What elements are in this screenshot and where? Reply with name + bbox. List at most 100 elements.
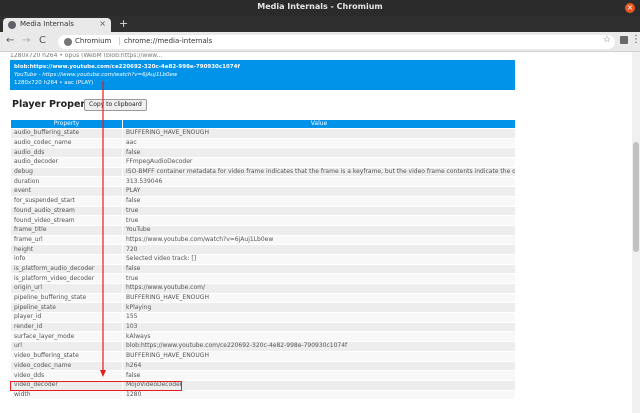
property-name-cell: info — [10, 253, 123, 265]
page-content: 1280x720 h264 • opus (WebM (blob:https:/… — [0, 52, 632, 413]
property-value-cell: BUFFERING_HAVE_ENOUGH — [122, 350, 516, 362]
address-scheme-label: Chromium — [75, 37, 112, 45]
property-name-cell: height — [10, 244, 123, 255]
property-value-cell: PLAY — [122, 186, 516, 197]
property-value-cell: 313.539046 — [122, 176, 516, 188]
window-title-bar: Media Internals - Chromium × — [0, 0, 640, 16]
column-header-property: Property — [10, 119, 123, 129]
property-value-cell: false — [122, 147, 516, 159]
property-name-cell: audio_decoder — [10, 157, 123, 168]
table-row: width 1280 — [10, 389, 516, 401]
tab-strip: Media Internals × + — [0, 16, 640, 32]
property-value-cell: false — [122, 263, 516, 275]
back-arrow-icon[interactable]: ← — [6, 35, 14, 46]
table-row: surface_layer_mode kAlways — [10, 331, 516, 343]
new-tab-button[interactable]: + — [119, 17, 128, 30]
table-row: found_audio_stream true — [10, 205, 516, 217]
property-name-cell: audio_codec_name — [10, 137, 123, 149]
player-media-info: 1280x720 h264 • aac (PLAY) — [14, 80, 94, 86]
property-name-cell: event — [10, 186, 123, 197]
tab-close-icon[interactable]: × — [99, 19, 106, 28]
bookmark-star-icon[interactable]: ☆ — [603, 35, 611, 45]
browser-menu-icon[interactable]: ⋮ — [631, 34, 640, 45]
property-value-cell: true — [122, 273, 516, 284]
browser-toolbar: ← → C Chromium | chrome://media-internal… — [0, 32, 640, 52]
player-properties-table: Property Value audio_buffering_state BUFF… — [10, 119, 516, 401]
player-blob-url: blob:https://www.youtube.com/ce220692-32… — [14, 64, 240, 70]
page-scrollbar[interactable] — [632, 52, 640, 413]
table-row: for_suspended_start false — [10, 195, 516, 207]
property-name-cell: url — [10, 341, 123, 352]
table-row: event PLAY — [10, 186, 516, 197]
tab-title: Media Internals — [20, 20, 74, 28]
property-name-cell: pipeline_buffering_state — [10, 292, 123, 304]
property-name-cell: debug — [10, 166, 123, 178]
property-name-cell: frame_url — [10, 234, 123, 246]
property-name-cell: surface_layer_mode — [10, 331, 123, 343]
property-name-cell: for_suspended_start — [10, 195, 123, 207]
property-name-cell: is_platform_video_decoder — [10, 273, 123, 284]
property-value-cell: FFmpegAudioDecoder — [122, 157, 516, 168]
property-name-cell: video_codec_name — [10, 360, 123, 372]
table-row: audio_buffering_state BUFFERING_HAVE_ENOU… — [10, 128, 516, 139]
property-name-cell: video_dds — [10, 370, 123, 381]
scrollbar-thumb[interactable] — [633, 142, 639, 252]
property-value-cell: false — [122, 370, 516, 381]
property-name-cell: pipeline_state — [10, 302, 123, 314]
property-value-cell: https://www.youtube.com/ — [122, 283, 516, 294]
property-name-cell: width — [10, 389, 123, 401]
table-row: frame_url https://www.youtube.com/watch?v… — [10, 234, 516, 246]
property-name-cell: duration — [10, 176, 123, 188]
table-row: debug ISO-BMFF container metadata for vid… — [10, 166, 516, 178]
column-header-value: Value — [122, 119, 516, 129]
table-row: url blob:https://www.youtube.com/ce220692… — [10, 341, 516, 352]
window-close-button[interactable]: × — [625, 3, 635, 13]
window-title: Media Internals - Chromium — [257, 2, 383, 11]
property-value-cell: Selected video track: [] — [122, 253, 516, 265]
property-value-cell: ISO-BMFF container metadata for video fr… — [122, 166, 516, 178]
table-row: is_platform_video_decoder true — [10, 273, 516, 284]
close-icon: × — [626, 3, 634, 12]
table-row: height 720 — [10, 244, 516, 255]
globe-icon — [8, 21, 16, 29]
reload-icon[interactable]: C — [39, 35, 46, 46]
previous-player-item[interactable]: 1280x720 h264 • opus (WebM (blob:https:/… — [10, 53, 515, 59]
property-value-cell: aac — [122, 137, 516, 149]
address-url[interactable]: chrome://media-internals — [124, 37, 212, 45]
table-row: found_video_stream true — [10, 215, 516, 226]
extension-icon[interactable] — [620, 36, 628, 44]
property-name-cell: audio_dds — [10, 147, 123, 159]
address-bar[interactable]: Chromium | chrome://media-internals ☆ — [58, 35, 615, 49]
table-row: video_dds false — [10, 370, 516, 381]
table-row: pipeline_buffering_state BUFFERING_HAVE_E… — [10, 292, 516, 304]
copy-to-clipboard-button[interactable]: Copy to clipboard — [84, 99, 147, 111]
site-info-icon[interactable] — [64, 38, 72, 46]
property-name-cell: audio_buffering_state — [10, 128, 123, 139]
table-row: duration 313.539046 — [10, 176, 516, 188]
property-value-cell: kAlways — [122, 331, 516, 343]
table-row: video_buffering_state BUFFERING_HAVE_ENOU… — [10, 350, 516, 362]
property-name-cell: found_audio_stream — [10, 205, 123, 217]
property-name-cell: frame_title — [10, 224, 123, 236]
address-separator: | — [118, 36, 121, 45]
property-value-cell: 103 — [122, 321, 516, 333]
property-value-cell: BUFFERING_HAVE_ENOUGH — [122, 128, 516, 139]
table-row: origin_url https://www.youtube.com/ — [10, 283, 516, 294]
table-row: render_id 103 — [10, 321, 516, 333]
property-value-cell: true — [122, 215, 516, 226]
property-value-cell: BUFFERING_HAVE_ENOUGH — [122, 292, 516, 304]
property-value-cell: https://www.youtube.com/watch?v=6jAuj1Lb… — [122, 234, 516, 246]
forward-arrow-icon[interactable]: → — [22, 35, 30, 46]
property-value-cell: 1280 — [122, 389, 516, 401]
table-row: player_id 155 — [10, 312, 516, 323]
table-row: video_codec_name h264 — [10, 360, 516, 372]
property-value-cell: h264 — [122, 360, 516, 372]
video-decoder-highlight-box — [10, 381, 182, 391]
selected-player-item[interactable]: blob:https://www.youtube.com/ce220692-32… — [10, 60, 515, 90]
table-row: audio_decoder FFmpegAudioDecoder — [10, 157, 516, 168]
property-name-cell: player_id — [10, 312, 123, 323]
property-name-cell: render_id — [10, 321, 123, 333]
table-row: info Selected video track: [] — [10, 253, 516, 265]
tab-media-internals[interactable]: Media Internals × — [3, 18, 111, 32]
property-name-cell: origin_url — [10, 283, 123, 294]
